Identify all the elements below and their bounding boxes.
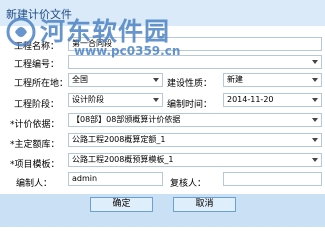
- quota-value: 公路工程2008概算定额_1: [72, 135, 166, 144]
- chevron-down-icon: [312, 158, 318, 162]
- stage-value: 设计阶段: [72, 95, 104, 104]
- date-label: 编制时间：: [167, 100, 213, 110]
- template-label: *项目模板：: [10, 160, 60, 170]
- quota-select[interactable]: 公路工程2008概算定额_1: [68, 133, 322, 147]
- date-value: 2014-11-20: [227, 95, 274, 104]
- chevron-down-icon: [312, 98, 318, 102]
- chevron-down-icon: [312, 60, 318, 64]
- location-label: 工程所在地：: [14, 79, 69, 89]
- project-code-label: 工程编号：: [14, 60, 60, 70]
- nature-select[interactable]: 新建: [223, 73, 322, 87]
- location-value: 全国: [72, 75, 88, 84]
- basis-value: 【08部】08部颁概算计价依据: [72, 115, 181, 124]
- reviewer-input[interactable]: [223, 172, 322, 186]
- nature-value: 新建: [227, 75, 243, 84]
- watermark-name: 河东软件园: [40, 17, 171, 46]
- chevron-down-icon: [312, 78, 318, 82]
- template-select[interactable]: 公路工程2008概预算模板_1: [68, 153, 322, 167]
- chevron-down-icon: [312, 118, 318, 122]
- nature-label: 建设性质：: [167, 79, 213, 89]
- author-label: 编制人：: [16, 179, 53, 189]
- basis-label: *计价依据：: [10, 120, 60, 130]
- cancel-button[interactable]: 取消: [173, 197, 236, 212]
- author-input[interactable]: admin: [68, 172, 163, 186]
- location-select[interactable]: 全国: [68, 73, 163, 87]
- ok-button[interactable]: 确定: [90, 197, 153, 212]
- reviewer-label: 复核人：: [170, 179, 207, 189]
- date-picker[interactable]: 2014-11-20: [223, 93, 322, 107]
- chevron-down-icon: [153, 78, 159, 82]
- template-value: 公路工程2008概预算模板_1: [72, 155, 174, 164]
- quota-label: *主定额库：: [10, 140, 60, 150]
- chevron-down-icon: [153, 98, 159, 102]
- stage-label: 工程阶段：: [14, 100, 60, 110]
- chevron-down-icon: [312, 138, 318, 142]
- hedong-logo-icon: [6, 17, 36, 47]
- watermark-url: www.pc0359.cn: [74, 44, 181, 58]
- basis-select[interactable]: 【08部】08部颁概算计价依据: [68, 113, 322, 127]
- button-bar: [0, 194, 325, 227]
- stage-select[interactable]: 设计阶段: [68, 93, 163, 107]
